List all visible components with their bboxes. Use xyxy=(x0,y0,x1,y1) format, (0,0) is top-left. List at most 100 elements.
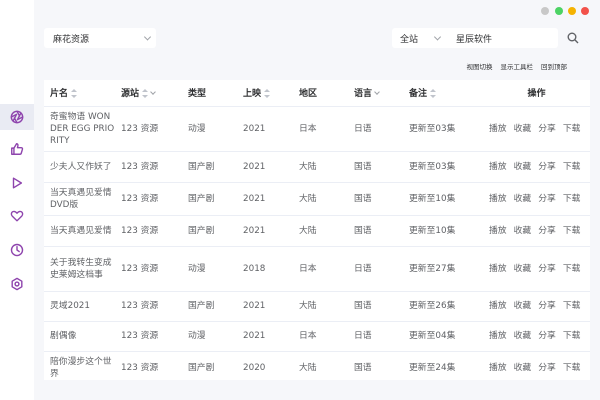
cell-actions: 播放 收藏 分享 下载 xyxy=(483,182,590,216)
results-table: 片名 源站 类型 上映 地区 语言 备注 操作 奇蜜物语 WONDER EGG … xyxy=(44,80,590,380)
favorite-button[interactable]: 收藏 xyxy=(514,225,532,237)
table-row[interactable]: 剧偶像 123 资源 动漫 2021 日本 日语 更新至04集 播放 收藏 分享 下载 xyxy=(44,321,590,352)
column-header-year[interactable]: 上映 xyxy=(237,80,293,107)
cell-note: 更新至24集 xyxy=(403,351,483,380)
cell-site: 123 资源 xyxy=(115,246,182,292)
favorite-button[interactable]: 收藏 xyxy=(514,161,532,173)
play-button[interactable]: 播放 xyxy=(489,193,507,205)
share-button[interactable]: 分享 xyxy=(538,161,556,173)
settings-icon[interactable] xyxy=(9,276,25,292)
play-button[interactable]: 播放 xyxy=(489,362,507,374)
favorite-button[interactable]: 收藏 xyxy=(514,123,532,135)
sort-icon[interactable] xyxy=(142,89,149,99)
download-button[interactable]: 下载 xyxy=(563,330,581,342)
download-button[interactable]: 下载 xyxy=(563,161,581,173)
cell-title: 关于我转生变成史莱姆这档事 xyxy=(44,246,115,292)
share-button[interactable]: 分享 xyxy=(538,300,556,312)
heart-icon[interactable] xyxy=(9,208,25,224)
cell-site: 123 资源 xyxy=(115,351,182,380)
source-select[interactable]: 麻花资源 xyxy=(44,28,156,48)
restore-button[interactable] xyxy=(555,7,563,15)
play-button[interactable]: 播放 xyxy=(489,123,507,135)
show-toolbar-link[interactable]: 显示工具栏 xyxy=(501,61,534,71)
filter-icon[interactable] xyxy=(374,89,380,96)
sort-icon[interactable] xyxy=(264,89,271,99)
favorite-button[interactable]: 收藏 xyxy=(514,193,532,205)
table-row[interactable]: 陪你漫步这个世界 123 资源 国产剧 2020 大陆 国语 更新至24集 播放 收藏 分享 下载 xyxy=(44,351,590,380)
cell-year: 2020 xyxy=(237,351,293,380)
thumbs-up-icon[interactable] xyxy=(9,141,25,157)
download-button[interactable]: 下载 xyxy=(563,300,581,312)
cell-region: 日本 xyxy=(293,246,348,292)
play-button[interactable]: 播放 xyxy=(489,330,507,342)
play-button[interactable]: 播放 xyxy=(489,263,507,275)
minimize-button[interactable] xyxy=(541,7,549,15)
cell-site: 123 资源 xyxy=(115,215,182,247)
favorite-button[interactable]: 收藏 xyxy=(514,330,532,342)
search-icon[interactable] xyxy=(567,32,579,44)
search-input[interactable] xyxy=(446,28,558,48)
filter-icon[interactable] xyxy=(150,89,156,96)
favorite-button[interactable]: 收藏 xyxy=(514,300,532,312)
column-header-site[interactable]: 源站 xyxy=(115,80,182,107)
download-button[interactable]: 下载 xyxy=(563,123,581,135)
favorite-button[interactable]: 收藏 xyxy=(514,263,532,275)
play-button[interactable]: 播放 xyxy=(489,225,507,237)
cell-note: 更新至03集 xyxy=(403,151,483,183)
cell-title: 剧偶像 xyxy=(44,321,115,352)
aperture-icon[interactable] xyxy=(0,104,34,130)
table-row[interactable]: 少夫人又作妖了 123 资源 国产剧 2021 大陆 国语 更新至03集 播放 收藏 分享 下载 xyxy=(44,151,590,183)
download-button[interactable]: 下载 xyxy=(563,225,581,237)
view-switch-link[interactable]: 视图切换 xyxy=(467,61,493,71)
sort-icon[interactable] xyxy=(71,89,78,99)
table-row[interactable]: 灵域2021 123 资源 国产剧 2021 大陆 国语 更新至26集 播放 收藏 分享 下载 xyxy=(44,291,590,322)
table-row[interactable]: 关于我转生变成史莱姆这档事 123 资源 动漫 2018 日本 日语 更新至27集 播放 收藏分… xyxy=(44,246,590,292)
play-button[interactable]: 播放 xyxy=(489,300,507,312)
scope-select[interactable]: 全站 xyxy=(392,28,446,48)
play-button[interactable]: 播放 xyxy=(489,161,507,173)
chevron-down-icon xyxy=(433,33,442,41)
cell-site: 123 资源 xyxy=(115,106,182,152)
maximize-button[interactable] xyxy=(568,7,576,15)
close-button[interactable] xyxy=(581,7,589,15)
share-button[interactable]: 分享 xyxy=(538,330,556,342)
cell-note: 更新至10集 xyxy=(403,182,483,216)
share-button[interactable]: 分享 xyxy=(538,362,556,374)
cell-type: 动漫 xyxy=(182,106,237,152)
cell-note: 更新至27集 xyxy=(403,246,483,292)
favorite-button[interactable]: 收藏 xyxy=(514,362,532,374)
cell-note: 更新至26集 xyxy=(403,291,483,322)
cell-region: 日本 xyxy=(293,106,348,152)
cell-actions: 播放 收藏 分享 下载 xyxy=(483,246,590,292)
back-to-top-link[interactable]: 回到顶部 xyxy=(541,61,567,71)
column-header-title[interactable]: 片名 xyxy=(44,80,115,107)
cell-lang: 国语 xyxy=(348,151,403,183)
table-row[interactable]: 当天真遇见爱情DVD版 123 资源 国产剧 2021 大陆 国语 更新至10集 播放 收藏 分享… xyxy=(44,182,590,216)
sort-icon[interactable] xyxy=(430,89,437,99)
download-button[interactable]: 下载 xyxy=(563,193,581,205)
cell-lang: 国语 xyxy=(348,291,403,322)
cell-title: 当天真遇见爱情DVD版 xyxy=(44,182,115,216)
play-icon[interactable] xyxy=(9,175,25,191)
cell-region: 大陆 xyxy=(293,291,348,322)
cell-title: 陪你漫步这个世界 xyxy=(44,351,115,380)
cell-region: 大陆 xyxy=(293,182,348,216)
download-button[interactable]: 下载 xyxy=(563,263,581,275)
cell-type: 国产剧 xyxy=(182,351,237,380)
table-row[interactable]: 奇蜜物语 WONDER EGG PRIORITY 123 资源 动漫 2021 日本 日语… xyxy=(44,106,590,152)
share-button[interactable]: 分享 xyxy=(538,263,556,275)
column-header-lang[interactable]: 语言 xyxy=(348,80,403,107)
cell-type: 动漫 xyxy=(182,246,237,292)
cell-title: 当天真遇见爱情 xyxy=(44,215,115,247)
cell-year: 2021 xyxy=(237,215,293,247)
share-button[interactable]: 分享 xyxy=(538,123,556,135)
table-header-row: 片名 源站 类型 上映 地区 语言 备注 操作 xyxy=(44,80,590,107)
cell-region: 大陆 xyxy=(293,351,348,380)
clock-icon[interactable] xyxy=(9,242,25,258)
column-header-note[interactable]: 备注 xyxy=(403,80,483,107)
cell-lang: 国语 xyxy=(348,182,403,216)
download-button[interactable]: 下载 xyxy=(563,362,581,374)
share-button[interactable]: 分享 xyxy=(538,193,556,205)
table-row[interactable]: 当天真遇见爱情 123 资源 国产剧 2021 大陆 国语 更新至10集 播放 收藏 分享 下载 xyxy=(44,215,590,247)
share-button[interactable]: 分享 xyxy=(538,225,556,237)
